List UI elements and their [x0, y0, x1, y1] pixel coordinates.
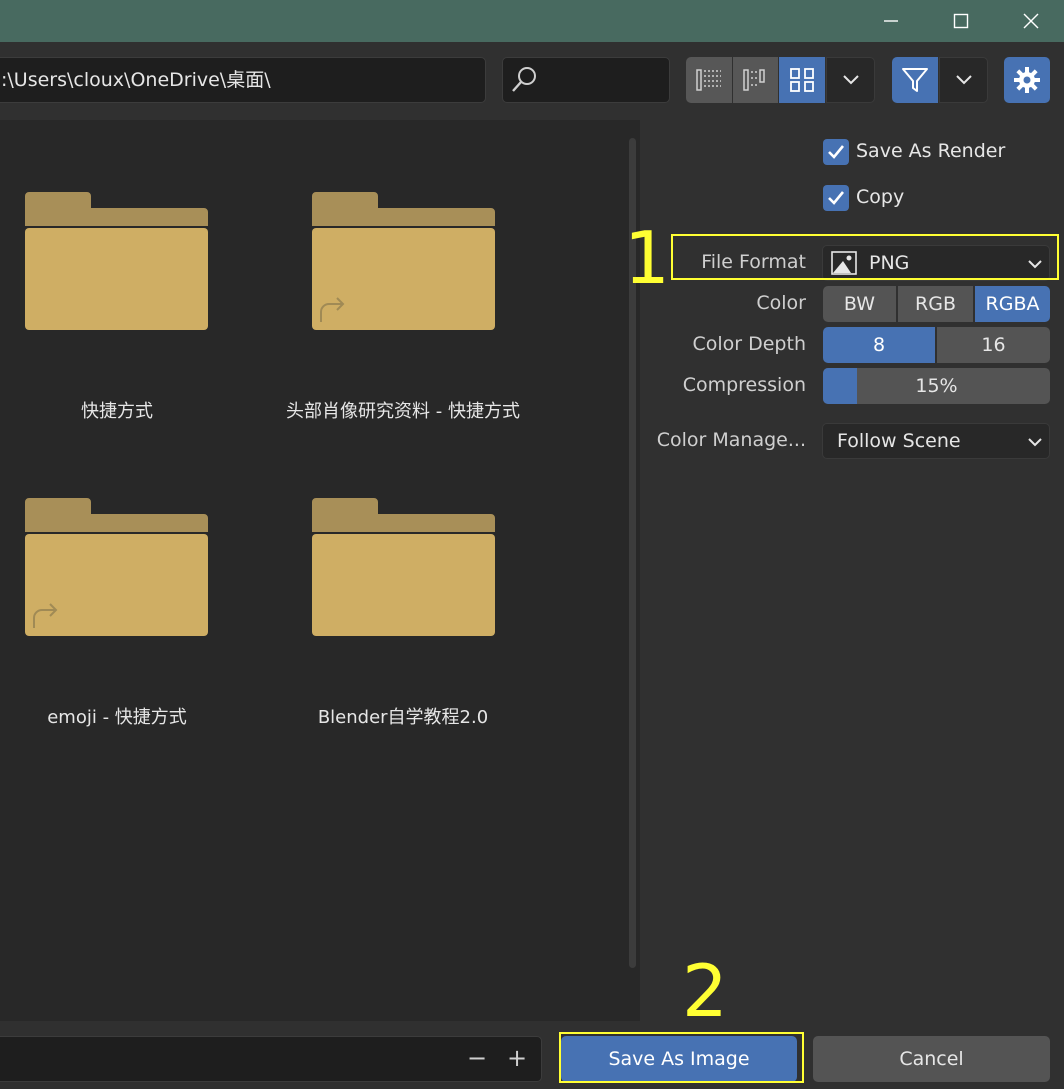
- search-input[interactable]: [502, 57, 670, 103]
- close-button[interactable]: [996, 0, 1064, 42]
- maximize-button[interactable]: [926, 0, 996, 42]
- file-name-label[interactable]: Blender自学教程2.0: [243, 703, 563, 729]
- display-mode-thumbnails-button[interactable]: [779, 57, 825, 103]
- filter-settings-dropdown[interactable]: [939, 57, 988, 103]
- color-management-value: Follow Scene: [837, 430, 961, 452]
- minimize-icon: [884, 20, 898, 22]
- vertical-list-icon: [696, 69, 721, 91]
- minimize-button[interactable]: [856, 0, 926, 42]
- search-icon: [512, 67, 536, 92]
- folder-icon[interactable]: [312, 192, 495, 330]
- display-mode-vertical-list-button[interactable]: [686, 57, 732, 103]
- cancel-button[interactable]: Cancel: [813, 1036, 1050, 1082]
- annotation-box-save-button: [559, 1032, 804, 1083]
- color-rgba-option[interactable]: RGBA: [975, 286, 1050, 322]
- window-titlebar: [0, 0, 1064, 42]
- directory-path-input[interactable]: :\Users\cloux\OneDrive\桌面\: [0, 57, 486, 103]
- annotation-number-2: 2: [682, 949, 728, 1033]
- compression-value: 15%: [915, 375, 958, 397]
- compression-slider-fill: [823, 368, 857, 404]
- thumbnails-icon: [790, 68, 814, 92]
- folder-icon[interactable]: [312, 498, 495, 636]
- maximize-icon: [953, 13, 969, 29]
- color-depth-8-option[interactable]: 8: [823, 327, 935, 363]
- filename-input[interactable]: − +: [0, 1036, 542, 1082]
- compression-label: Compression: [682, 374, 806, 396]
- annotation-box-file-format: [671, 234, 1059, 280]
- chevron-down-icon: [842, 75, 859, 85]
- gear-icon: [1014, 67, 1040, 93]
- file-name-label[interactable]: emoji - 快捷方式: [0, 703, 277, 729]
- display-settings-dropdown[interactable]: [826, 57, 875, 103]
- color-management-dropdown[interactable]: Follow Scene: [822, 423, 1050, 459]
- settings-button[interactable]: [1004, 57, 1050, 103]
- chevron-down-icon: [955, 75, 972, 85]
- copy-label[interactable]: Copy: [856, 186, 904, 208]
- increment-filename-button[interactable]: +: [507, 1044, 527, 1072]
- color-bw-option[interactable]: BW: [823, 286, 896, 322]
- display-mode-horizontal-list-button[interactable]: [733, 57, 778, 103]
- checkmark-icon: [828, 145, 845, 159]
- color-rgb-option[interactable]: RGB: [898, 286, 973, 322]
- file-name-label[interactable]: 快捷方式: [0, 397, 277, 423]
- checkmark-icon: [828, 191, 845, 205]
- color-depth-label: Color Depth: [692, 333, 806, 355]
- compression-slider[interactable]: 15%: [823, 368, 1050, 404]
- filter-icon: [902, 68, 928, 92]
- decrement-filename-button[interactable]: −: [467, 1044, 487, 1072]
- folder-icon[interactable]: [25, 192, 208, 330]
- horizontal-list-icon: [742, 69, 765, 91]
- folder-icon[interactable]: [25, 498, 208, 636]
- close-icon: [1023, 13, 1039, 29]
- save-as-render-label[interactable]: Save As Render: [856, 140, 1005, 162]
- file-name-label[interactable]: 头部肖像研究资料 - 快捷方式: [243, 397, 563, 423]
- copy-checkbox[interactable]: [823, 185, 849, 211]
- annotation-number-1: 1: [624, 216, 670, 300]
- color-management-label: Color Manage...: [656, 429, 806, 451]
- filter-toggle-button[interactable]: [892, 57, 938, 103]
- chevron-down-icon: [1028, 438, 1042, 447]
- save-as-render-checkbox[interactable]: [823, 139, 849, 165]
- color-depth-16-option[interactable]: 16: [937, 327, 1050, 363]
